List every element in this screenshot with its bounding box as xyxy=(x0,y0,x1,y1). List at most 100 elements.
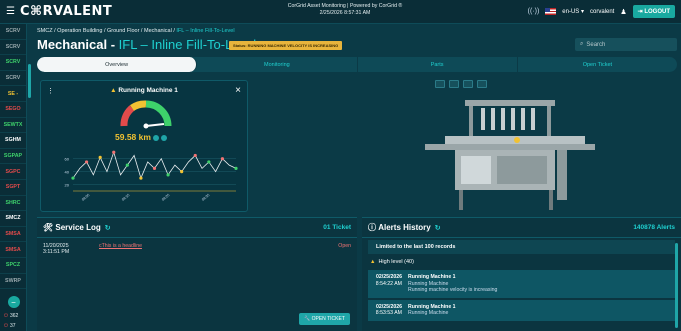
info-icon[interactable] xyxy=(152,134,159,141)
alert-item[interactable]: 02/25/2026 8:53:53 AM Running Machine 1 Ru… xyxy=(368,299,675,321)
page-title: Mechanical - IFL – Inline Fill-To-Level xyxy=(37,37,256,52)
sidebar-item[interactable]: SGPT xyxy=(0,180,26,196)
sidebar-item[interactable]: SEWTX xyxy=(0,118,26,134)
machine-illustration xyxy=(425,100,595,210)
user-icon[interactable]: ♟ xyxy=(620,8,626,16)
ticket-link[interactable]: cThis is a headline xyxy=(99,243,338,255)
alert-message: Running machine velocity is increasing xyxy=(408,287,498,293)
sidebar-scrollbar[interactable] xyxy=(28,64,31,98)
refresh-icon[interactable]: ↻ xyxy=(105,224,111,232)
machine-value-text: 59.58 km xyxy=(115,132,151,142)
tab-overview[interactable]: Overview xyxy=(37,57,198,72)
alerts-count: 140878 Alerts xyxy=(633,224,675,231)
sidebar-item[interactable]: SGPAP xyxy=(0,149,26,165)
gauge-hub xyxy=(143,123,149,129)
sidebar-item[interactable]: SCRV xyxy=(0,55,26,71)
sidebar-item[interactable]: SMSA xyxy=(0,227,26,243)
data-point[interactable] xyxy=(234,166,238,170)
search-input[interactable]: ⌕ Search xyxy=(575,38,677,51)
refresh-icon[interactable]: ↻ xyxy=(435,224,441,232)
open-ticket-label: OPEN TICKET xyxy=(311,316,345,322)
open-ticket-button[interactable]: 🔧 OPEN TICKET xyxy=(299,313,350,325)
x-tick-label: 08:05 xyxy=(81,193,90,202)
service-log-title: Service Log xyxy=(55,223,101,232)
machine-card-title: ▲ Running Machine 1 xyxy=(41,87,247,94)
ticket-status: Open xyxy=(338,243,351,249)
machine-card: ⋮ ▲ Running Machine 1 × 59.58 km 20 40 60 0… xyxy=(40,80,248,212)
data-point[interactable] xyxy=(98,155,102,159)
sidebar-item[interactable]: SHRC xyxy=(0,196,26,212)
info-icon[interactable] xyxy=(160,134,167,141)
locale-select[interactable]: en-US ▾ xyxy=(562,8,584,15)
data-point[interactable] xyxy=(84,160,89,164)
data-point[interactable] xyxy=(207,160,211,164)
sidebar-item[interactable]: SEGO xyxy=(0,102,26,118)
alert-date-day: 02/25/2026 xyxy=(376,274,402,280)
sidebar-expand-button[interactable]: − xyxy=(7,296,20,308)
data-point[interactable] xyxy=(125,163,129,167)
tab-open-ticket[interactable]: Open Ticket xyxy=(518,57,677,72)
data-point[interactable] xyxy=(139,176,143,180)
data-point[interactable] xyxy=(112,150,116,154)
ticket-date-time: 3:11:51 PM xyxy=(43,249,70,255)
alert-content: Running Machine 1 Running Machine Running … xyxy=(408,274,497,294)
info-circle-icon: ⓘ xyxy=(368,223,376,232)
machine-value: 59.58 km xyxy=(115,132,167,142)
user-name[interactable]: corvalent xyxy=(590,9,614,15)
data-point[interactable] xyxy=(71,176,75,180)
data-point[interactable] xyxy=(193,153,197,158)
service-log-panel: 🛠 Service Log ↻ 01 Ticket 11/20/2025 3:1… xyxy=(37,217,357,331)
breadcrumb: SMCZ / Operation Building / Ground Floor… xyxy=(37,28,235,34)
sidebar-item[interactable]: SCRV xyxy=(0,40,26,56)
warning-icon: ▲ xyxy=(110,87,117,94)
sidebar-item[interactable]: SCRV xyxy=(0,71,26,87)
sidebar-item[interactable]: SGHM xyxy=(0,133,26,149)
logo: C⌘RVALENT xyxy=(20,4,113,19)
view-icon-4[interactable] xyxy=(477,80,487,88)
tab-monitoring[interactable]: Monitoring xyxy=(197,57,358,72)
alert-level[interactable]: ▲ High level (40) xyxy=(362,256,681,268)
sidebar-item[interactable]: SMCZ xyxy=(0,211,26,227)
data-point[interactable] xyxy=(180,170,184,174)
data-point[interactable] xyxy=(166,173,170,177)
y-tick-label: 60 xyxy=(65,157,70,162)
sidebar-stat-2: ⏻ 37 xyxy=(0,321,27,331)
x-tick-label: 08:35 xyxy=(201,193,210,202)
sidebar-item[interactable]: SGPC xyxy=(0,164,26,180)
header-app-title: CorGrid Asset Monitoring | Powered by Co… xyxy=(287,3,403,9)
tab-parts[interactable]: Parts xyxy=(358,57,518,72)
search-icon: ⌕ xyxy=(580,41,584,47)
alerts-header: ⓘ Alerts History ↻ 140878 Alerts xyxy=(362,218,681,238)
tab-bar: Overview Monitoring Parts Open Ticket xyxy=(37,57,677,72)
view-icon-2[interactable] xyxy=(449,80,459,88)
logout-button[interactable]: ⇥ LOGOUT xyxy=(632,5,675,18)
status-badge: Status: RUNNING MACHINE VELOCITY IS INCR… xyxy=(229,41,343,50)
alert-date: 02/25/2026 8:54:22 AM xyxy=(374,274,402,294)
sidebar-item[interactable]: SPCZ xyxy=(0,258,26,274)
sidebar-item[interactable]: SWRP xyxy=(0,274,26,290)
sidebar-item[interactable]: SCRV xyxy=(0,24,26,40)
alert-icon: ⏻ xyxy=(4,323,8,329)
menu-icon[interactable]: ☰ xyxy=(6,6,16,17)
x-tick-label: 08:15 xyxy=(121,193,130,202)
alert-type: Running Machine xyxy=(408,310,449,316)
sidebar-item[interactable]: SE - xyxy=(0,86,26,102)
alerts-scrollbar[interactable] xyxy=(675,243,678,328)
data-point[interactable] xyxy=(152,166,157,170)
table-row[interactable]: 11/20/2025 3:11:51 PM cThis is a headlin… xyxy=(37,238,357,260)
breadcrumb-path[interactable]: SMCZ / Operation Building / Ground Floor… xyxy=(37,28,176,34)
x-tick-label: 08:25 xyxy=(161,193,170,202)
signal-icon[interactable]: ((·)) xyxy=(528,8,540,15)
us-flag-icon[interactable] xyxy=(545,8,557,15)
logout-label: LOGOUT xyxy=(644,9,670,15)
sidebar-item[interactable]: SMSA xyxy=(0,242,26,258)
gauge-red xyxy=(120,105,135,127)
alert-item[interactable]: 02/25/2026 8:54:22 AM Running Machine 1 Ru… xyxy=(368,270,675,298)
close-icon[interactable]: × xyxy=(235,85,241,96)
data-point[interactable] xyxy=(220,157,225,161)
view-icon-3[interactable] xyxy=(463,80,473,88)
search-placeholder: Search xyxy=(586,41,606,48)
tools-icon: 🛠 xyxy=(43,223,54,232)
view-icon-1[interactable] xyxy=(435,80,445,88)
gauge xyxy=(120,100,172,129)
